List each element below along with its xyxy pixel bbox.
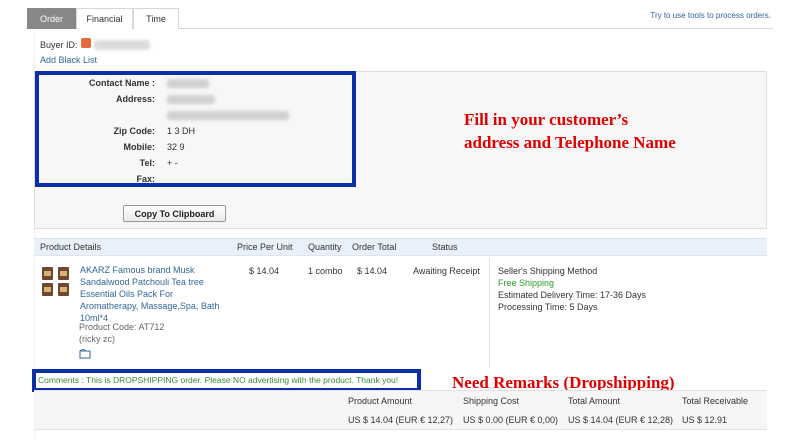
total-receivable-label: Total Receivable xyxy=(682,396,749,406)
order-status: Awaiting Receipt xyxy=(413,266,480,276)
product-thumbnail-icon xyxy=(58,283,69,296)
product-code: Product Code: AT712 xyxy=(79,322,165,332)
shipping-cost-value: US $ 0.00 (EUR € 0,00) xyxy=(463,415,559,425)
shipping-cost-label: Shipping Cost xyxy=(463,396,520,406)
address-annotation: Fill in your customer’s address and Tele… xyxy=(464,108,676,154)
process-tools-link[interactable]: Try to use tools to process orders. xyxy=(650,11,771,20)
col-order-total: Order Total xyxy=(352,242,397,252)
products-table-header: Product Details Price Per Unit Quantity … xyxy=(34,238,767,256)
buyer-flag-icon xyxy=(81,38,91,48)
col-status: Status xyxy=(432,242,458,252)
processing-time: Processing Time: 5 Days xyxy=(498,302,598,312)
add-black-list-link[interactable]: Add Black List xyxy=(40,55,97,65)
product-thumbnail[interactable] xyxy=(40,265,72,297)
total-amount-label: Total Amount xyxy=(568,396,621,406)
shipping-method-label: Seller's Shipping Method xyxy=(498,266,598,276)
shipping-method-value: Free Shipping xyxy=(498,278,555,288)
product-title-link[interactable]: AKARZ Famous brand Musk Sandalwood Patch… xyxy=(80,264,230,324)
total-receivable-value: US $ 12.91 xyxy=(682,415,728,425)
product-thumbnail-icon xyxy=(58,267,69,280)
product-quantity: 1 combo xyxy=(308,266,343,276)
product-thumbnail-icon xyxy=(42,283,53,296)
address-highlight-box xyxy=(35,71,356,187)
col-price-per-unit: Price Per Unit xyxy=(237,242,293,252)
col-product-details: Product Details xyxy=(40,242,102,252)
address-annotation-line2: address and Telephone Name xyxy=(464,133,676,152)
tab-order[interactable]: Order xyxy=(27,8,76,29)
estimated-delivery-time: Estimated Delivery Time: 17-36 Days xyxy=(498,290,647,300)
product-variant: (ricky zc) xyxy=(79,334,115,344)
product-amount-label: Product Amount xyxy=(348,396,413,406)
address-annotation-line1: Fill in your customer’s xyxy=(464,110,629,129)
copy-to-clipboard-button[interactable]: Copy To Clipboard xyxy=(123,205,226,222)
product-thumbnail-icon xyxy=(42,267,53,280)
product-order-total: $ 14.04 xyxy=(357,266,388,276)
remarks-highlight-box xyxy=(32,369,421,392)
product-price: $ 14.04 xyxy=(249,266,280,276)
product-amount-value: US $ 14.04 (EUR € 12,27) xyxy=(348,415,454,425)
tab-financial[interactable]: Financial xyxy=(76,8,133,29)
tab-time[interactable]: Time xyxy=(133,8,179,29)
buyer-id-label: Buyer ID: xyxy=(40,40,78,50)
shipping-column-divider xyxy=(489,258,490,368)
col-quantity: Quantity xyxy=(308,242,342,252)
tab-bar: Order Financial Time Try to use tools to… xyxy=(27,8,773,29)
buyer-id-value-redacted xyxy=(94,40,150,50)
total-amount-value: US $ 14.04 (EUR € 12,28) xyxy=(568,415,674,425)
attachment-icon[interactable] xyxy=(79,349,91,359)
order-totals-bar: Product Amount US $ 14.04 (EUR € 12,27) … xyxy=(34,390,767,430)
